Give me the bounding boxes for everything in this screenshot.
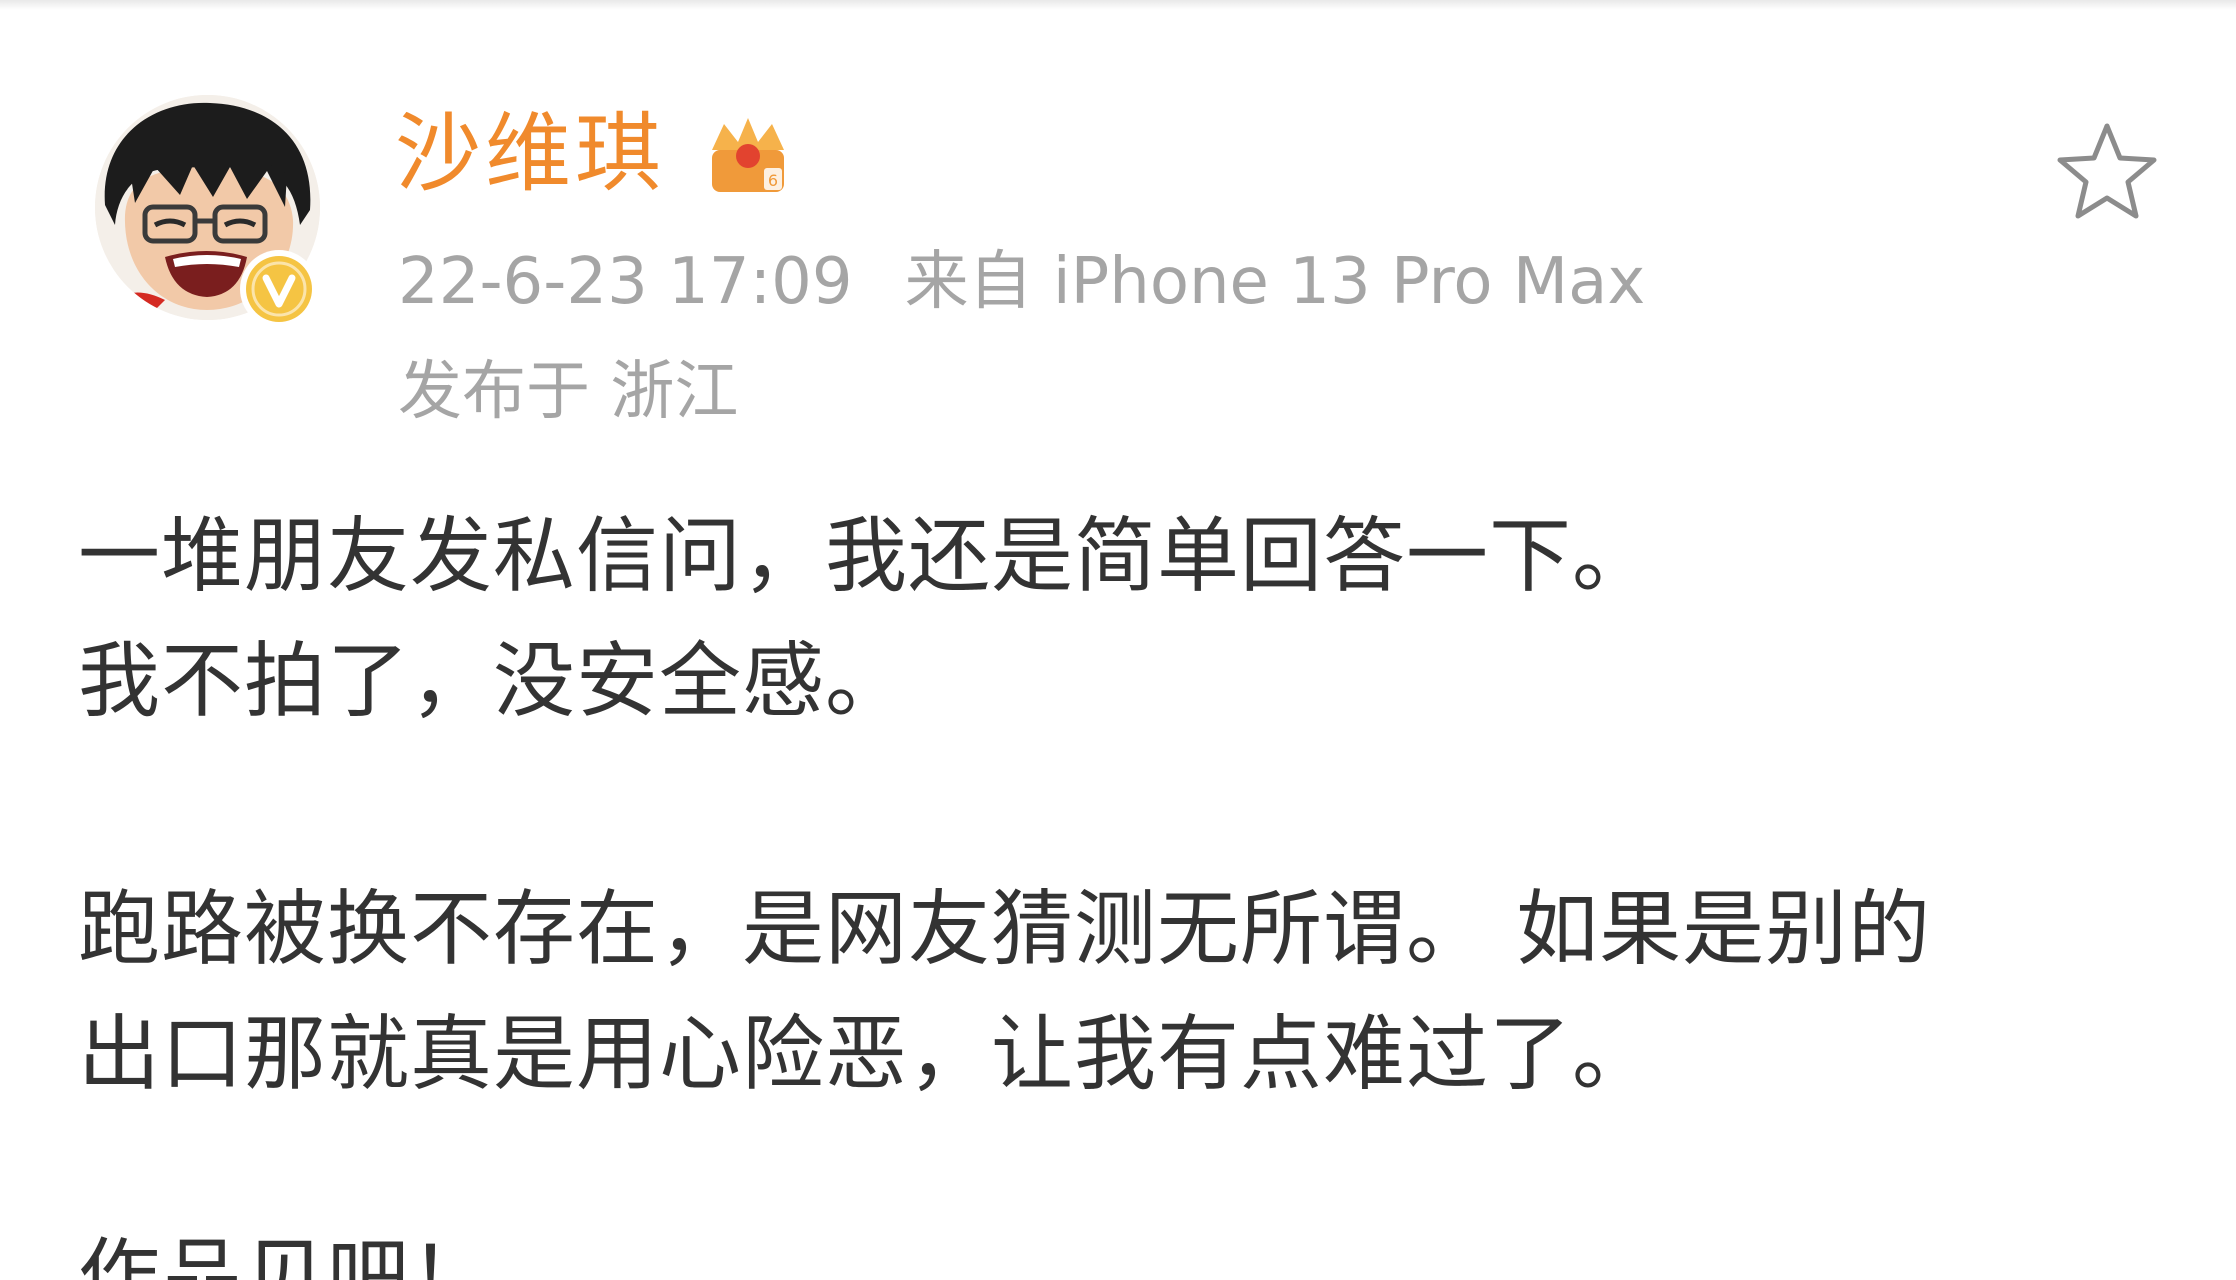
author-name[interactable]: 沙维琪 bbox=[395, 104, 665, 204]
weibo-post-card: 沙维琪 6 22-6-23 17:09 来自 iPhone 13 Pro Max … bbox=[0, 0, 2236, 1280]
post-text-line: 作品见吧！ bbox=[78, 1230, 494, 1280]
post-timestamp: 22-6-23 17:09 bbox=[398, 245, 853, 319]
post-location: 发布于 浙江 bbox=[398, 355, 739, 429]
vip-crown-icon[interactable]: 6 bbox=[702, 110, 794, 202]
post-text-line: 我不拍了，没安全感。 bbox=[78, 634, 909, 729]
verified-v-icon bbox=[246, 256, 312, 322]
top-divider bbox=[0, 0, 2236, 10]
post-text-line: 跑路被换不存在，是网友猜测无所谓。 如果是别的 bbox=[78, 882, 1932, 977]
author-avatar[interactable] bbox=[95, 95, 320, 328]
verified-badge bbox=[240, 250, 318, 328]
post-meta: 22-6-23 17:09 来自 iPhone 13 Pro Max bbox=[398, 242, 1645, 322]
svg-text:6: 6 bbox=[768, 171, 778, 190]
post-text-line: 一堆朋友发私信问，我还是简单回答一下。 bbox=[78, 509, 1656, 604]
favorite-star-icon[interactable] bbox=[2052, 118, 2162, 228]
post-source[interactable]: 来自 iPhone 13 Pro Max bbox=[905, 245, 1646, 319]
post-text-line: 出口那就真是用心险恶，让我有点难过了。 bbox=[78, 1007, 1656, 1102]
